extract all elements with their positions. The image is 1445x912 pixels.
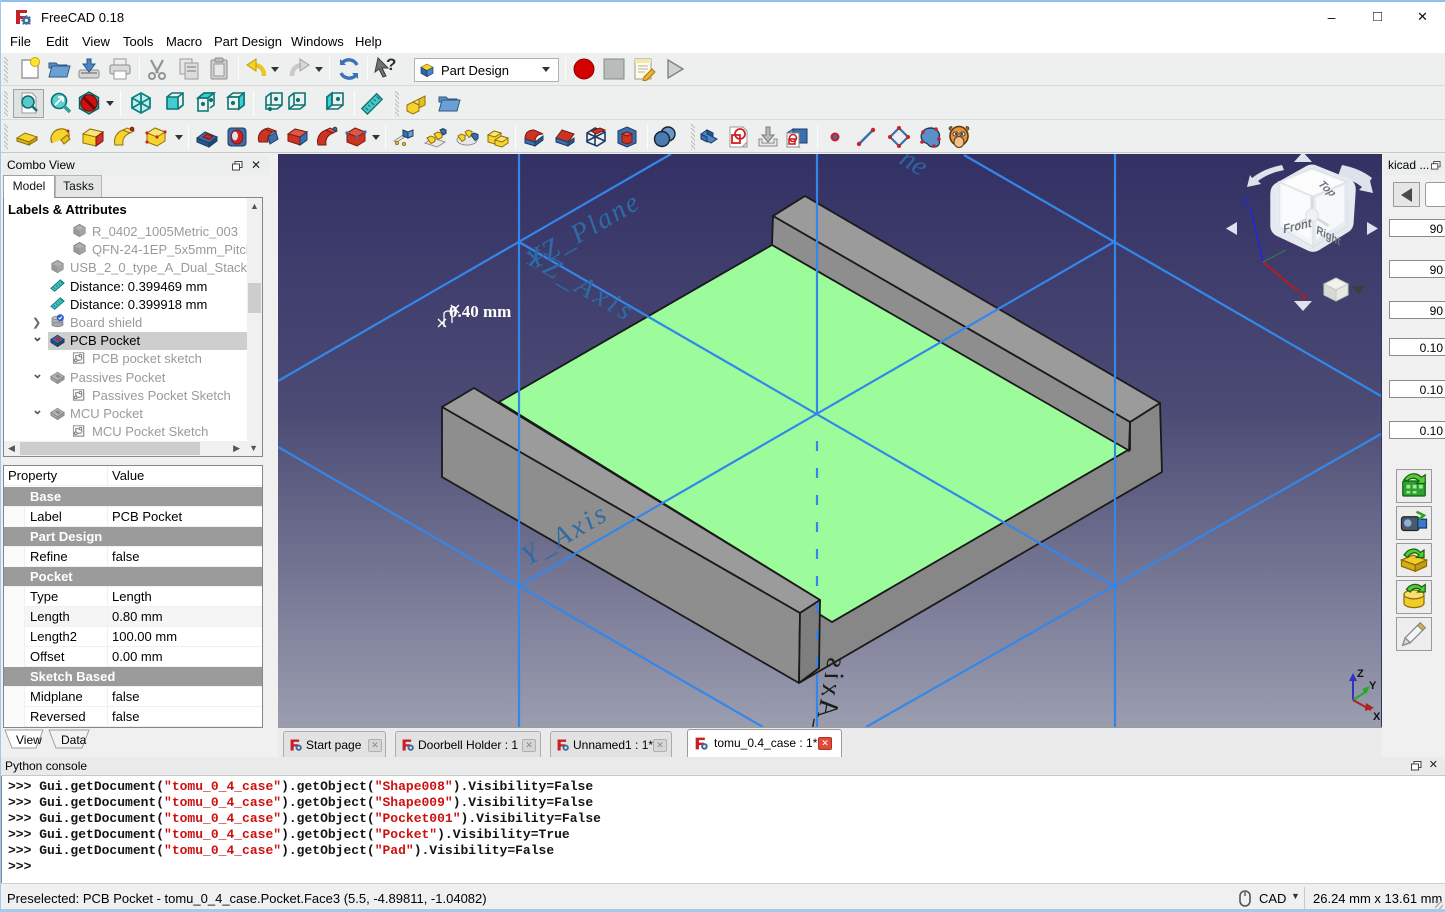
svg-text:?: ? <box>386 56 396 74</box>
svg-text:Data: Data <box>61 733 87 747</box>
svg-text:X: X <box>1373 711 1381 723</box>
svg-text:Z: Z <box>1242 195 1249 209</box>
svg-text:X: X <box>1300 291 1307 305</box>
svg-text:Z: Z <box>1357 668 1364 680</box>
svg-text:View: View <box>16 733 42 747</box>
svg-text:Y: Y <box>1369 680 1377 692</box>
